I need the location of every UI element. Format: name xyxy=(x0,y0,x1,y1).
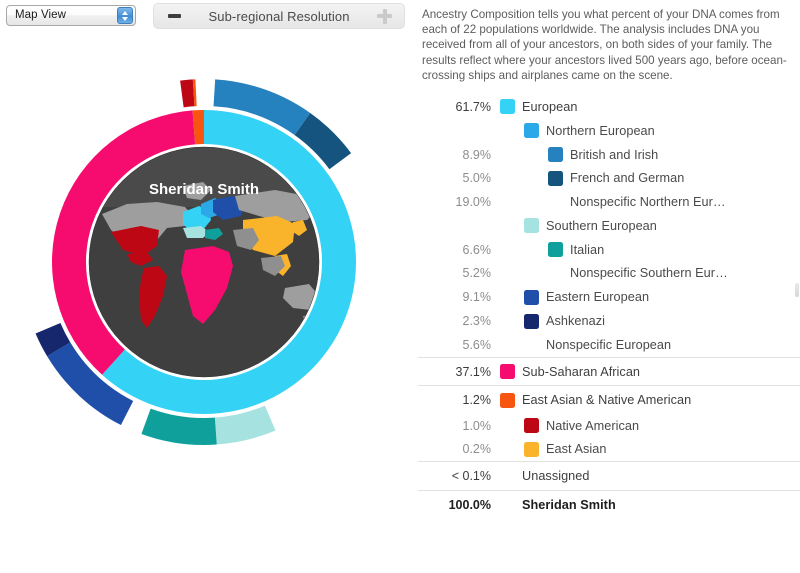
legend-percent: 61.7% xyxy=(418,100,500,114)
legend-row[interactable]: 6.6% Italian xyxy=(418,238,800,262)
legend-swatch-spacer xyxy=(548,195,563,210)
legend-label: Sub-Saharan African xyxy=(522,365,640,379)
legend-color-swatch xyxy=(524,418,539,433)
center-label: Sheridan Smith xyxy=(149,181,259,198)
legend-percent: 5.2% xyxy=(418,266,500,280)
legend-swatch-spacer xyxy=(500,497,515,512)
legend-row[interactable]: Northern European xyxy=(418,119,800,143)
toolbar: Map View Sub-regional Resolution xyxy=(0,0,410,34)
legend-label: French and German xyxy=(570,171,684,185)
legend-color-swatch xyxy=(500,364,515,379)
legend-label: East Asian & Native American xyxy=(522,393,691,407)
legend-row[interactable]: 1.0% Native American xyxy=(418,414,800,438)
legend-row[interactable]: 5.0% French and German xyxy=(418,166,800,190)
legend-row[interactable]: 8.9% British and Irish xyxy=(418,143,800,167)
legend-row[interactable]: 37.1% Sub-Saharan African xyxy=(418,357,800,386)
ancestry-donut[interactable]: Sheridan Smith xyxy=(7,44,402,504)
legend-swatch-spacer xyxy=(548,266,563,281)
legend-percent: 19.0% xyxy=(418,195,500,209)
legend-label: Nonspecific Southern Eur… xyxy=(570,266,728,280)
ancestry-legend: 61.7% European Northern European 8.9% Britis… xyxy=(418,95,800,518)
legend-color-swatch xyxy=(524,123,539,138)
legend-color-swatch xyxy=(500,393,515,408)
resolution-control: Sub-regional Resolution xyxy=(153,3,405,29)
legend-label: Southern European xyxy=(546,219,657,233)
legend-label: Italian xyxy=(570,243,604,257)
legend-row[interactable]: 0.2% East Asian xyxy=(418,438,800,462)
legend-row[interactable]: 61.7% European xyxy=(418,95,800,119)
plus-icon[interactable] xyxy=(377,9,392,24)
legend-row[interactable]: < 0.1% Unassigned xyxy=(418,461,800,490)
legend-percent: 9.1% xyxy=(418,290,500,304)
legend-color-swatch xyxy=(524,442,539,457)
legend-percent: 0.2% xyxy=(418,442,500,456)
legend-swatch-spacer xyxy=(500,469,515,484)
view-select-value: Map View xyxy=(7,10,66,22)
legend-color-swatch xyxy=(524,290,539,305)
legend-color-swatch xyxy=(500,99,515,114)
donut-subsegment[interactable] xyxy=(180,79,194,107)
legend-row[interactable]: Southern European xyxy=(418,214,800,238)
legend-percent: 6.6% xyxy=(418,243,500,257)
legend-percent: 1.0% xyxy=(418,419,500,433)
legend-label: Northern European xyxy=(546,124,655,138)
legend-label: Sheridan Smith xyxy=(522,498,616,512)
legend-color-swatch xyxy=(548,171,563,186)
resolution-label: Sub-regional Resolution xyxy=(181,9,377,24)
scroll-indicator[interactable] xyxy=(795,283,799,297)
legend-swatch-spacer xyxy=(524,337,539,352)
ancestry-chart: Sheridan Smith xyxy=(0,34,410,534)
view-select[interactable]: Map View xyxy=(6,5,136,26)
legend-percent: 5.0% xyxy=(418,171,500,185)
legend-label: Unassigned xyxy=(522,469,590,483)
donut-subsegment[interactable] xyxy=(141,409,216,445)
intro-text: Ancestry Composition tells you what perc… xyxy=(422,7,792,83)
legend-color-swatch xyxy=(524,314,539,329)
legend-percent: 5.6% xyxy=(418,338,500,352)
ancestry-panel: Ancestry Composition tells you what perc… xyxy=(418,0,800,573)
legend-label: Eastern European xyxy=(546,290,649,304)
legend-label: Nonspecific European xyxy=(546,338,671,352)
legend-percent: 37.1% xyxy=(418,365,500,379)
legend-row[interactable]: 5.6% Nonspecific European xyxy=(418,333,800,357)
legend-label: Ashkenazi xyxy=(546,314,605,328)
legend-percent: 1.2% xyxy=(418,393,500,407)
legend-label: British and Irish xyxy=(570,148,658,162)
legend-row[interactable]: 100.0% Sheridan Smith xyxy=(418,490,800,519)
legend-label: Nonspecific Northern Eur… xyxy=(570,195,726,209)
legend-percent: 8.9% xyxy=(418,148,500,162)
legend-color-swatch xyxy=(548,242,563,257)
legend-row[interactable]: 5.2% Nonspecific Southern Eur… xyxy=(418,262,800,286)
stepper-arrows-icon[interactable] xyxy=(117,7,133,24)
legend-percent: 100.0% xyxy=(418,498,500,512)
legend-row[interactable]: 19.0% Nonspecific Northern Eur… xyxy=(418,190,800,214)
legend-label: European xyxy=(522,100,577,114)
legend-row[interactable]: 2.3% Ashkenazi xyxy=(418,309,800,333)
legend-color-swatch xyxy=(548,147,563,162)
legend-percent: < 0.1% xyxy=(418,469,500,483)
legend-percent: 2.3% xyxy=(418,314,500,328)
legend-label: East Asian xyxy=(546,442,606,456)
legend-label: Native American xyxy=(546,419,639,433)
legend-color-swatch xyxy=(524,218,539,233)
legend-row[interactable]: 9.1% Eastern European xyxy=(418,285,800,309)
legend-row[interactable]: 1.2% East Asian & Native American xyxy=(418,385,800,414)
minus-icon[interactable] xyxy=(168,14,181,18)
